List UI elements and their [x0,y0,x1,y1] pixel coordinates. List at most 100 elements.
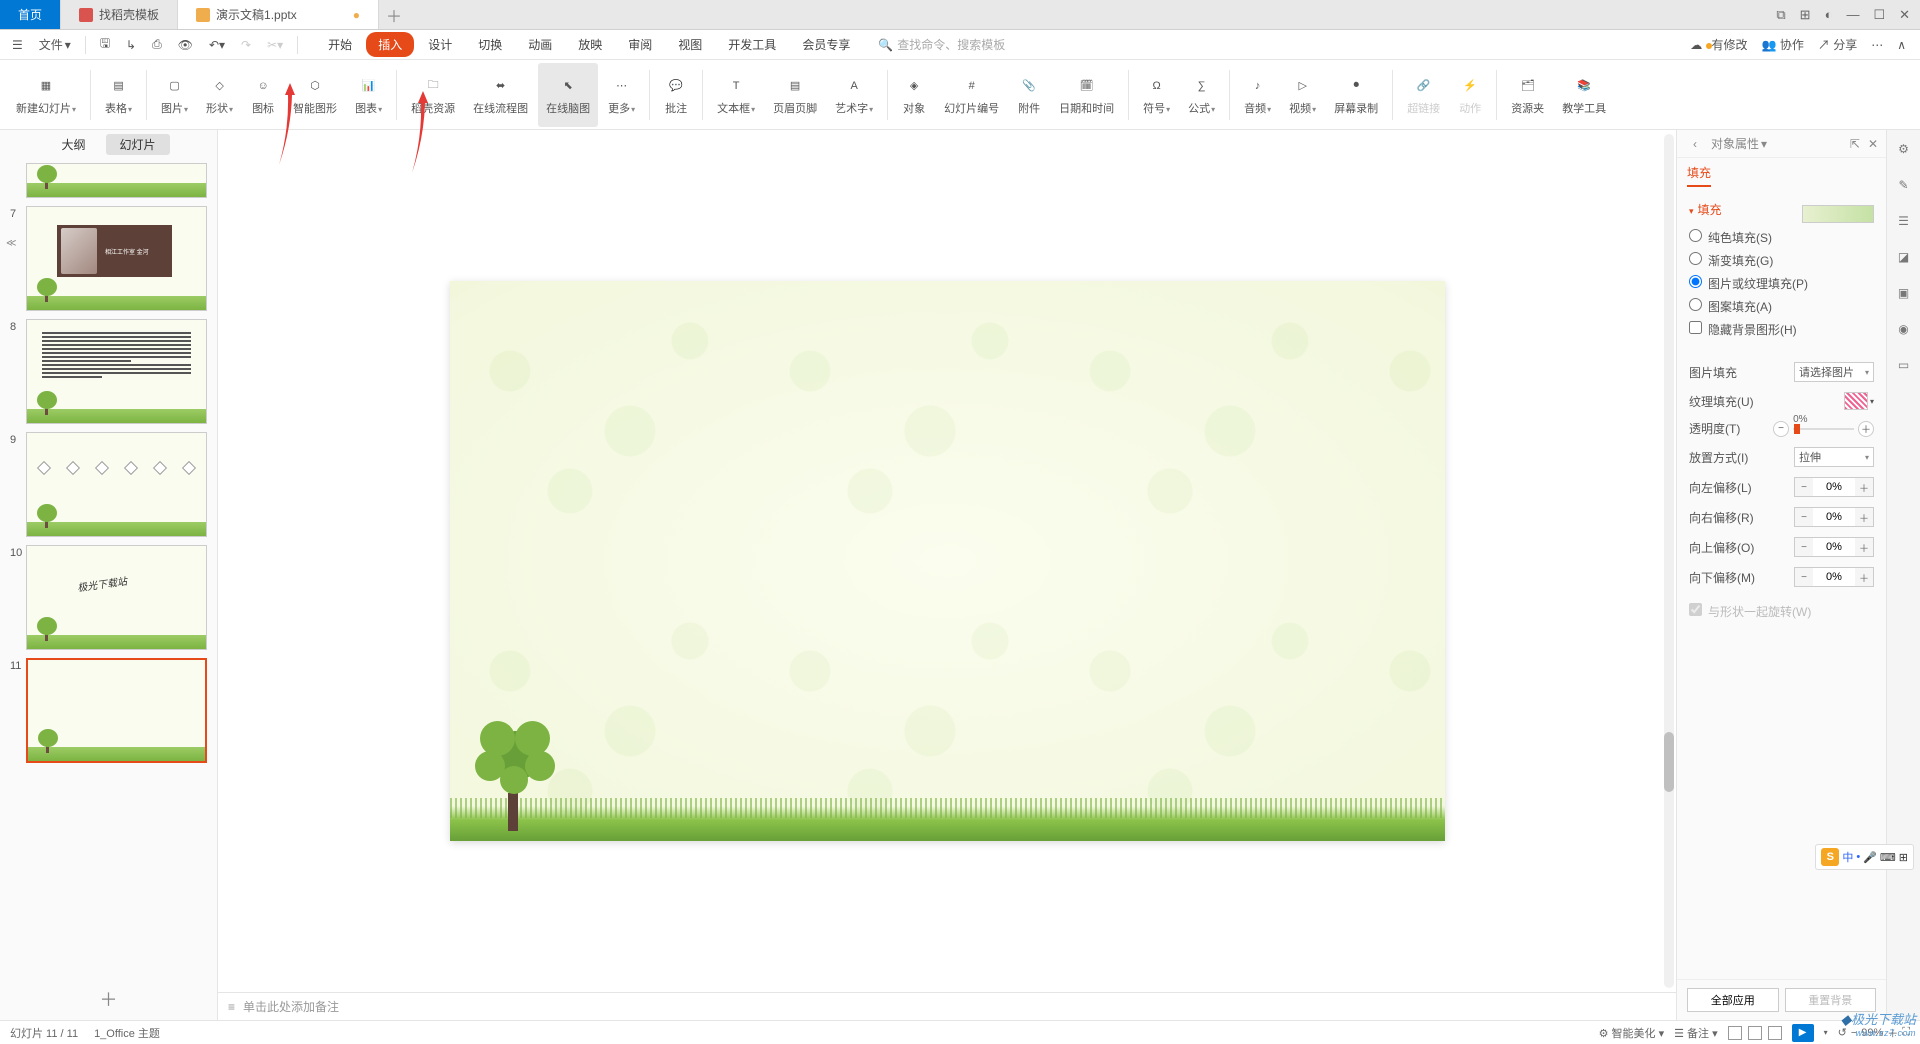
canvas-scroll[interactable] [218,130,1676,992]
rail-book-icon[interactable]: ▭ [1895,356,1913,374]
menu-tab-animation[interactable]: 动画 [516,32,564,57]
add-tab-button[interactable]: ＋ [379,0,409,29]
slide-thumb-11[interactable] [26,658,207,763]
add-slide-button[interactable]: ＋ [0,978,217,1020]
side-tab-outline[interactable]: 大纲 [47,134,99,155]
ribbon-视频[interactable]: ▷视频 [1281,63,1324,127]
collab-button[interactable]: 👥 协作 [1762,36,1804,53]
panel-pin-icon[interactable]: ⇱ [1850,137,1860,151]
notes-bar[interactable]: ≡ 单击此处添加备注 [218,992,1676,1020]
opacity-plus[interactable]: ＋ [1858,421,1874,437]
slide-thumb-10[interactable]: 极光下载站 [26,545,207,650]
ribbon-动作[interactable]: ⚡动作 [1450,63,1490,127]
ribbon-公式[interactable]: ∑公式 [1180,63,1223,127]
ribbon-幻灯片编号[interactable]: #幻灯片编号 [936,63,1007,127]
qat-cut[interactable]: ✂▾ [261,35,289,55]
ribbon-在线脑图[interactable]: ⬉在线脑图 [538,63,598,127]
ribbon-屏幕录制[interactable]: ⏺屏幕录制 [1326,63,1386,127]
ribbon-超链接[interactable]: 🔗超链接 [1399,63,1448,127]
layout-icon[interactable]: ⧉ [1776,7,1785,23]
menu-hamburger[interactable]: ☰ [6,35,29,55]
spin-up[interactable]: ＋ [1855,568,1873,586]
slide-thumb-7[interactable]: 相江工作室 金河 [26,206,207,311]
tab-templates[interactable]: 找稻壳模板 [61,0,178,29]
close-button[interactable]: ✕ [1899,7,1910,23]
offset-spinner-3[interactable]: −＋ [1794,567,1874,587]
menu-file[interactable]: 文件▾ [33,33,77,56]
slide-thumb-6[interactable] [26,163,207,198]
menu-tab-view[interactable]: 视图 [666,32,714,57]
ribbon-智能图形[interactable]: ⬡智能图形 [285,63,345,127]
ribbon-音频[interactable]: ♪音频 [1236,63,1279,127]
spin-value[interactable] [1813,511,1855,523]
spin-up[interactable]: ＋ [1855,478,1873,496]
menu-tab-design[interactable]: 设计 [416,32,464,57]
ribbon-稻壳资源[interactable]: 🗀稻壳资源 [403,63,463,127]
menu-tab-transition[interactable]: 切换 [466,32,514,57]
unsaved-indicator[interactable]: ☁ 有修改 [1690,36,1747,53]
view-reading-icon[interactable] [1768,1026,1782,1040]
user-icon[interactable]: ◐ [1825,7,1833,22]
vertical-scrollbar[interactable] [1664,134,1674,988]
slide-canvas[interactable] [450,281,1445,841]
texture-swatch[interactable] [1844,392,1868,410]
section-fill-title[interactable]: 填充 [1689,201,1722,218]
ribbon-批注[interactable]: 💬批注 [656,63,696,127]
qat-export[interactable]: ↳ [120,35,142,55]
ribbon-页眉页脚[interactable]: ▤页眉页脚 [765,63,825,127]
ribbon-图片[interactable]: ▢图片 [153,63,196,127]
fill-preview-swatch[interactable] [1802,205,1874,223]
qat-redo[interactable]: ↷ [235,35,257,55]
offset-spinner-2[interactable]: −＋ [1794,537,1874,557]
ime-mic-icon[interactable]: 🎤 [1863,851,1877,864]
spin-value[interactable] [1813,571,1855,583]
rail-security-icon[interactable]: ◉ [1895,320,1913,338]
hide-bg-checkbox[interactable]: 隐藏背景图形(H) [1689,323,1797,337]
spin-down[interactable]: − [1795,478,1813,496]
ribbon-表格[interactable]: ▤表格 [97,63,140,127]
spin-up[interactable]: ＋ [1855,508,1873,526]
apply-all-button[interactable]: 全部应用 [1687,988,1779,1012]
thumbnail-list[interactable]: 7相江工作室 金河 8 9 10极光下载站 11 [0,159,217,978]
ribbon-在线流程图[interactable]: ⬌在线流程图 [465,63,536,127]
rail-search-icon[interactable]: ◪ [1895,248,1913,266]
tab-home[interactable]: 首页 [0,0,61,29]
spin-value[interactable] [1813,541,1855,553]
ribbon-形状[interactable]: ◇形状 [198,63,241,127]
status-beautify[interactable]: ⚙ 智能美化 ▾ [1599,1025,1665,1041]
fill-radio-3[interactable]: 图案填充(A) [1689,295,1874,318]
menu-tab-review[interactable]: 审阅 [616,32,664,57]
ribbon-图表[interactable]: 📊图表 [347,63,390,127]
fill-radio-1[interactable]: 渐变填充(G) [1689,249,1874,272]
place-dropdown[interactable]: 拉伸 [1794,447,1874,467]
ime-badge[interactable]: S 中 • 🎤 ⌨ ⊞ [1815,844,1914,870]
offset-spinner-0[interactable]: −＋ [1794,477,1874,497]
menu-tab-start[interactable]: 开始 [316,32,364,57]
rail-slider-icon[interactable]: ☰ [1895,212,1913,230]
ribbon-艺术字[interactable]: A艺术字 [827,63,881,127]
command-search[interactable]: 🔍 查找命令、搜索模板 [878,36,1005,53]
panel-tab-fill[interactable]: 填充 [1687,164,1711,187]
qat-undo[interactable]: ↶▾ [203,35,231,55]
ribbon-更多[interactable]: ⋯更多 [600,63,643,127]
status-notes[interactable]: ☰ 备注 ▾ [1674,1025,1718,1041]
rotate-checkbox[interactable]: 与形状一起旋转(W) [1689,605,1811,619]
qat-save[interactable]: 🖫 [94,31,116,58]
spin-down[interactable]: − [1795,538,1813,556]
ime-grid-icon[interactable]: ⊞ [1899,851,1908,864]
panel-dropdown-icon[interactable]: ▾ [1761,137,1767,151]
ribbon-资源夹[interactable]: 🗂资源夹 [1503,63,1552,127]
menu-tab-dev[interactable]: 开发工具 [716,32,788,57]
tab-document[interactable]: 演示文稿1.pptx ● [178,0,379,29]
view-sorter-icon[interactable] [1748,1026,1762,1040]
view-normal-icon[interactable] [1728,1026,1742,1040]
ribbon-对象[interactable]: ◈对象 [894,63,934,127]
ribbon-文本框[interactable]: T文本框 [709,63,763,127]
qat-print[interactable]: ⎙ [146,34,168,55]
ribbon-符号[interactable]: Ω符号 [1135,63,1178,127]
maximize-button[interactable]: ☐ [1873,7,1885,23]
slide-thumb-9[interactable] [26,432,207,537]
slide-thumb-8[interactable] [26,319,207,424]
ribbon-附件[interactable]: 📎附件 [1009,63,1049,127]
ime-keyboard-icon[interactable]: ⌨ [1880,851,1896,864]
